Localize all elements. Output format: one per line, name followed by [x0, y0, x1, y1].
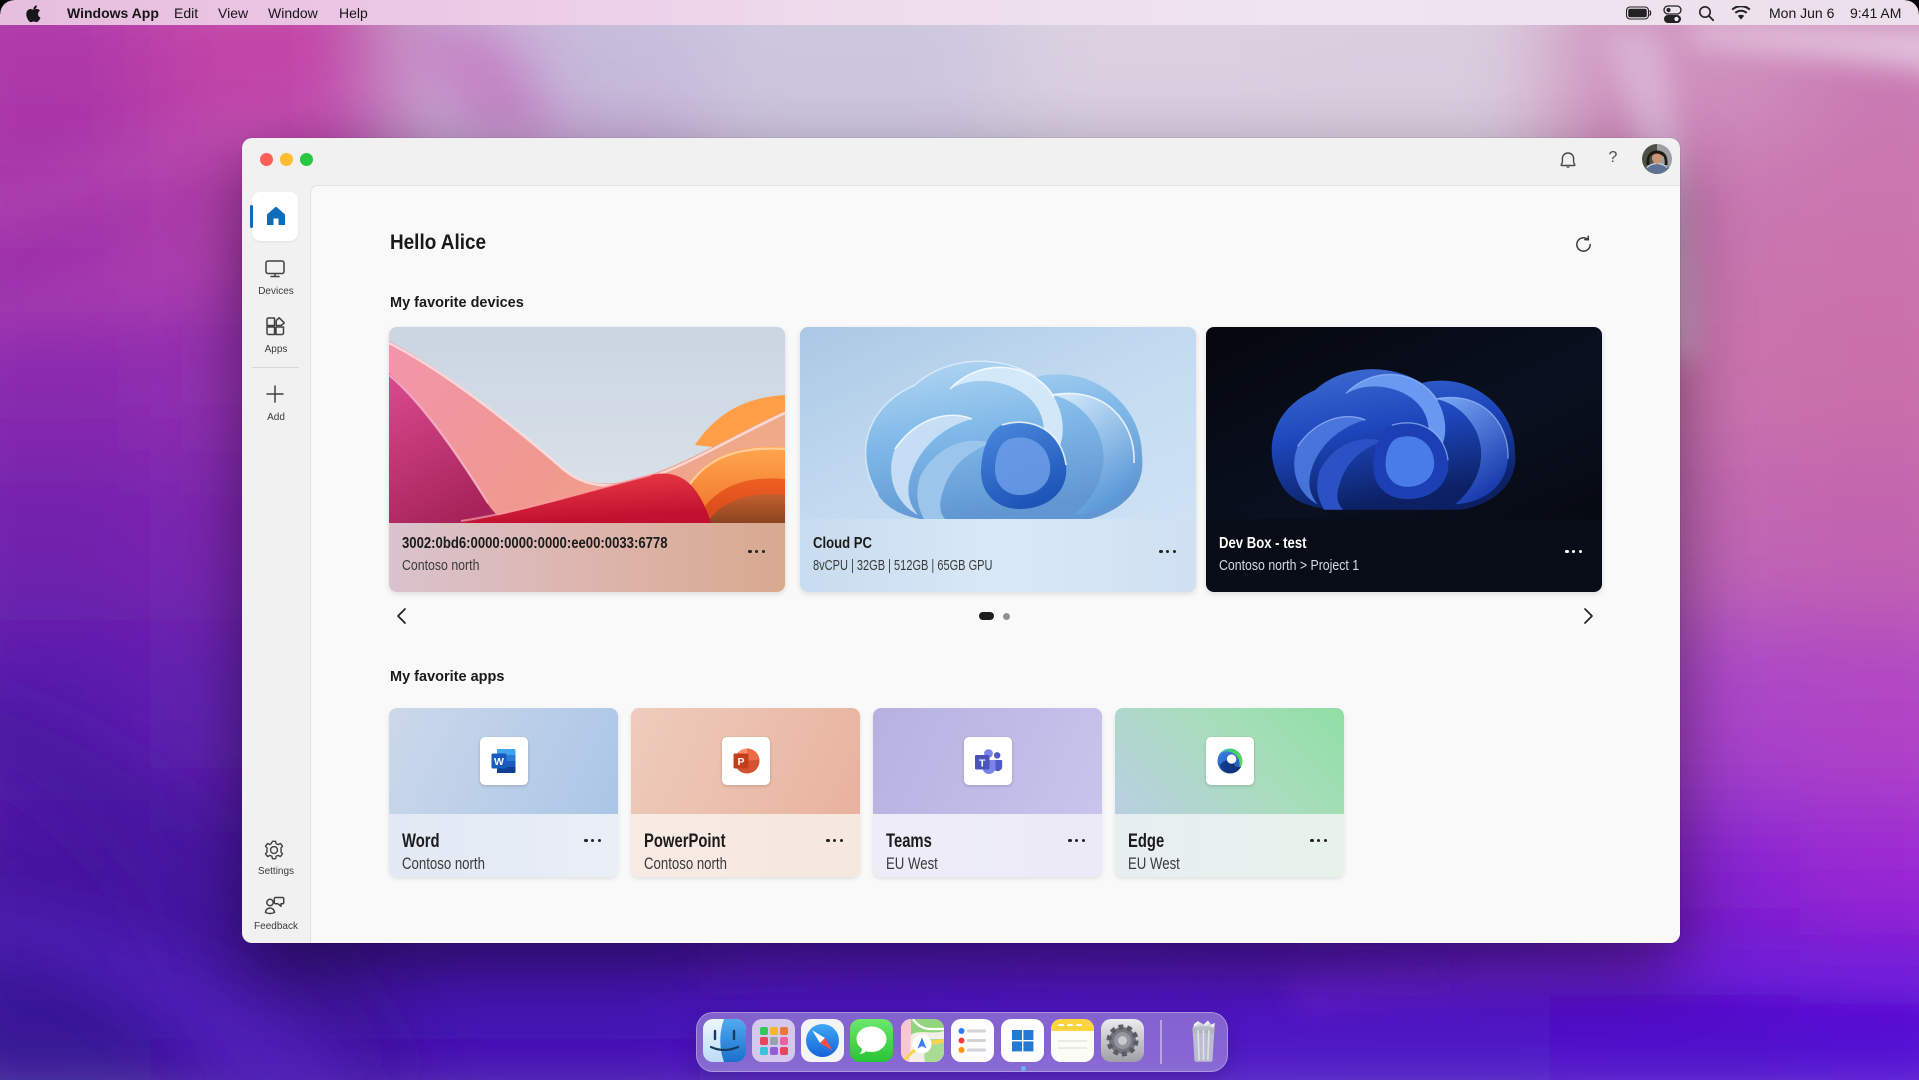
svg-text:W: W [494, 756, 504, 768]
svg-text:P: P [737, 756, 744, 768]
svg-text:T: T [979, 757, 986, 769]
